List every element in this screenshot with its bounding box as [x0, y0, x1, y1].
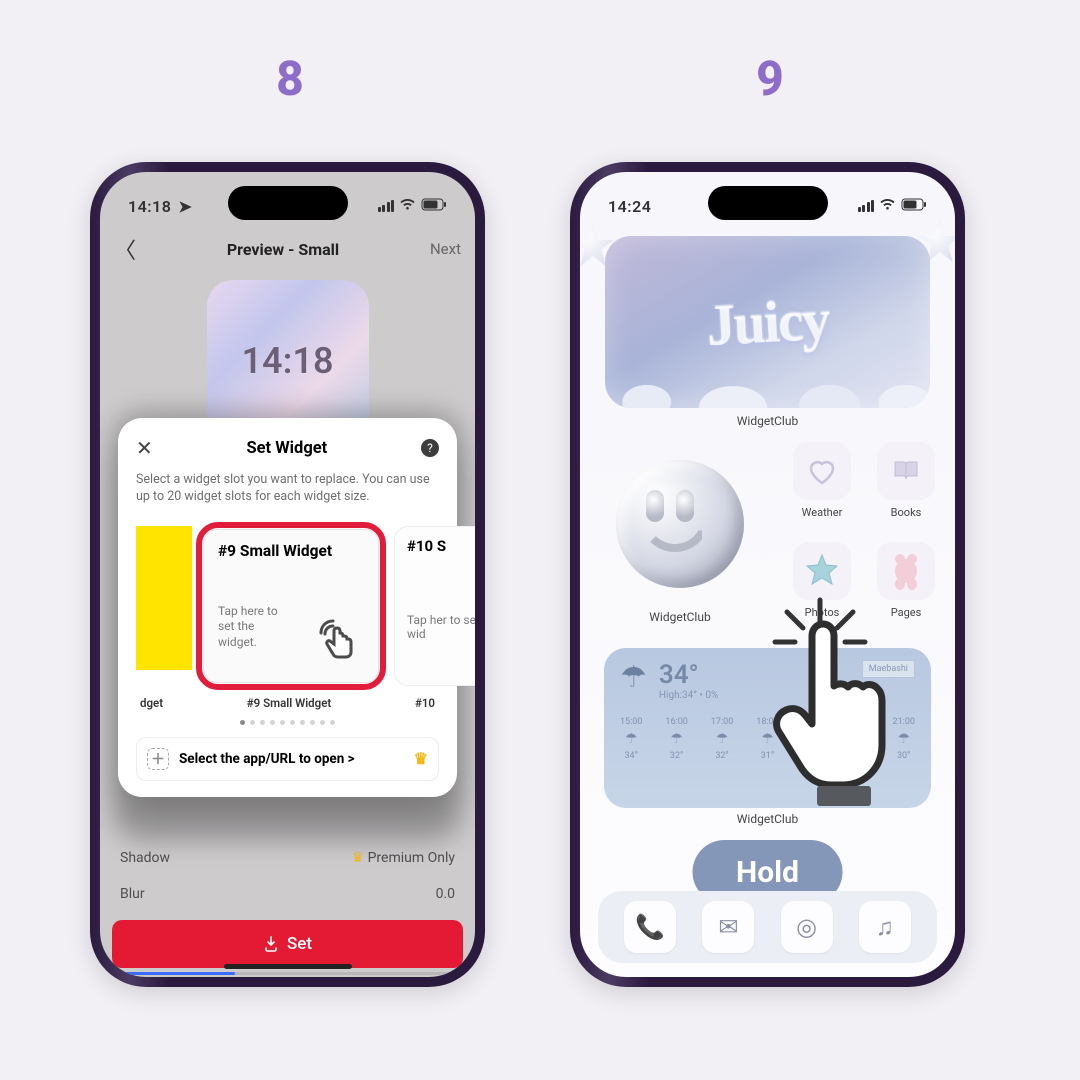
next-button[interactable]: Next: [430, 240, 461, 258]
books-label: Books: [891, 506, 922, 519]
books-app[interactable]: Books: [872, 442, 940, 519]
home-screen[interactable]: 14:24 Juicy WidgetClub WidgetClub Weathe…: [580, 172, 955, 977]
step-number-9: 9: [560, 50, 980, 107]
widget-caption-2: WidgetClub: [598, 610, 762, 624]
battery-icon: [901, 197, 927, 215]
add-icon: ＋: [147, 748, 169, 770]
juicy-widget[interactable]: Juicy: [605, 236, 930, 408]
phone-frame: 14:24 Juicy WidgetClub WidgetClub Weathe…: [570, 162, 965, 987]
page-progress: [124, 972, 451, 975]
step-number-8: 8: [80, 50, 500, 107]
phone-app[interactable]: 📞: [624, 901, 676, 953]
screen: 14:18 ➤ 〈 Preview - Small Next 14:18 Sha…: [100, 172, 475, 977]
step-9-container: 9: [560, 50, 980, 107]
shadow-row: Shadow ♛ Premium Only: [118, 842, 457, 874]
umbrella-icon: ☂: [625, 731, 638, 747]
dock: 📞 ✉ ◎ ♫: [598, 891, 937, 963]
back-button[interactable]: 〈: [114, 233, 136, 265]
step-8-container: 8: [80, 50, 500, 107]
books-icon: [877, 442, 935, 500]
slot-10-hint: Tap her to set the wid: [407, 613, 475, 641]
options-panel: Shadow ♛ Premium Only Blur 0.0: [100, 842, 475, 926]
hour-col: 17:00☂32°: [711, 717, 733, 761]
weather-sub: High:34° • 0%: [659, 690, 718, 701]
slot-10-title: #10 S: [407, 537, 475, 555]
shadow-label: Shadow: [120, 850, 170, 866]
select-app-label: Select the app/URL to open >: [179, 751, 355, 767]
cap-right: #10: [415, 696, 435, 710]
set-widget-modal: ✕ Set Widget ? Select a widget slot you …: [118, 418, 457, 797]
navbar-title: Preview - Small: [227, 240, 339, 259]
umbrella-icon: ☂: [716, 731, 729, 747]
home-indicator: [224, 964, 352, 969]
signal-icon: [858, 200, 875, 212]
hour-col: 15:00☂34°: [620, 717, 642, 761]
blur-value: 0.0: [436, 886, 455, 902]
status-indicators: [858, 197, 928, 215]
slot-9-title: #9 Small Widget: [218, 542, 364, 560]
status-time: 14:18 ➤: [128, 197, 192, 216]
clouds-decoration: [605, 360, 930, 408]
hold-label: Hold: [736, 855, 799, 890]
battery-icon: [421, 197, 447, 215]
hour-col: 16:00☂32°: [665, 717, 687, 761]
wifi-icon: [879, 197, 896, 215]
status-indicators: [378, 197, 448, 215]
navbar: 〈 Preview - Small Next: [100, 227, 475, 271]
slot-8-peek[interactable]: [136, 526, 192, 670]
phone-frame: 14:18 ➤ 〈 Preview - Small Next 14:18 Sha…: [90, 162, 485, 987]
help-icon[interactable]: ?: [421, 439, 439, 457]
carousel-dots: [136, 720, 439, 725]
crown-icon: ♛: [414, 749, 428, 768]
status-time-text: 14:24: [608, 197, 651, 216]
premium-label: ♛ Premium Only: [352, 850, 455, 866]
smiley-face-icon: [616, 460, 744, 588]
weather-temp: 34°: [659, 660, 718, 690]
preview-time: 14:18: [241, 340, 333, 382]
status-time-text: 14:18: [128, 197, 171, 216]
dynamic-island: [228, 186, 348, 220]
slot-9-hint: Tap here to set the widget.: [218, 604, 288, 651]
download-icon: [263, 936, 279, 952]
set-button[interactable]: Set: [112, 920, 463, 968]
wifi-icon: [399, 197, 416, 215]
cap-mid: #9 Small Widget: [247, 696, 331, 710]
cap-left: dget: [140, 696, 163, 710]
dynamic-island: [708, 186, 828, 220]
music-app[interactable]: ♫: [859, 901, 911, 953]
widget-caption-1: WidgetClub: [580, 414, 955, 428]
select-app-row[interactable]: ＋ Select the app/URL to open > ♛: [136, 737, 439, 781]
safari-app[interactable]: ◎: [781, 901, 833, 953]
slot-captions: dget #9 Small Widget #10: [136, 696, 439, 710]
tap-icon: [314, 616, 362, 668]
phone-step-9: 14:24 Juicy WidgetClub WidgetClub Weathe…: [570, 162, 965, 987]
slot-9-highlighted[interactable]: #9 Small Widget Tap here to set the widg…: [196, 522, 386, 690]
umbrella-icon: ☂: [620, 660, 647, 695]
weather-label: Weather: [802, 506, 843, 519]
mail-app[interactable]: ✉: [702, 901, 754, 953]
smiley-widget[interactable]: [598, 442, 762, 606]
umbrella-icon: ☂: [670, 731, 683, 747]
location-icon: ➤: [178, 197, 191, 216]
widget-slot-carousel[interactable]: #9 Small Widget Tap here to set the widg…: [136, 522, 439, 712]
signal-icon: [378, 200, 395, 212]
crown-icon: ♛: [352, 850, 365, 866]
close-button[interactable]: ✕: [136, 436, 153, 460]
hold-gesture-icon: [765, 588, 915, 832]
modal-description: Select a widget slot you want to replace…: [136, 472, 439, 506]
slot-10-peek[interactable]: #10 S Tap her to set the wid: [394, 526, 475, 686]
blur-label: Blur: [120, 886, 145, 902]
modal-title: Set Widget: [246, 439, 327, 458]
heart-icon: [793, 442, 851, 500]
weather-app[interactable]: Weather: [788, 442, 856, 519]
blur-row: Blur 0.0: [118, 878, 457, 910]
modal-header: ✕ Set Widget ?: [136, 436, 439, 460]
phone-step-8: 14:18 ➤ 〈 Preview - Small Next 14:18 Sha…: [90, 162, 485, 987]
set-label: Set: [287, 934, 312, 954]
